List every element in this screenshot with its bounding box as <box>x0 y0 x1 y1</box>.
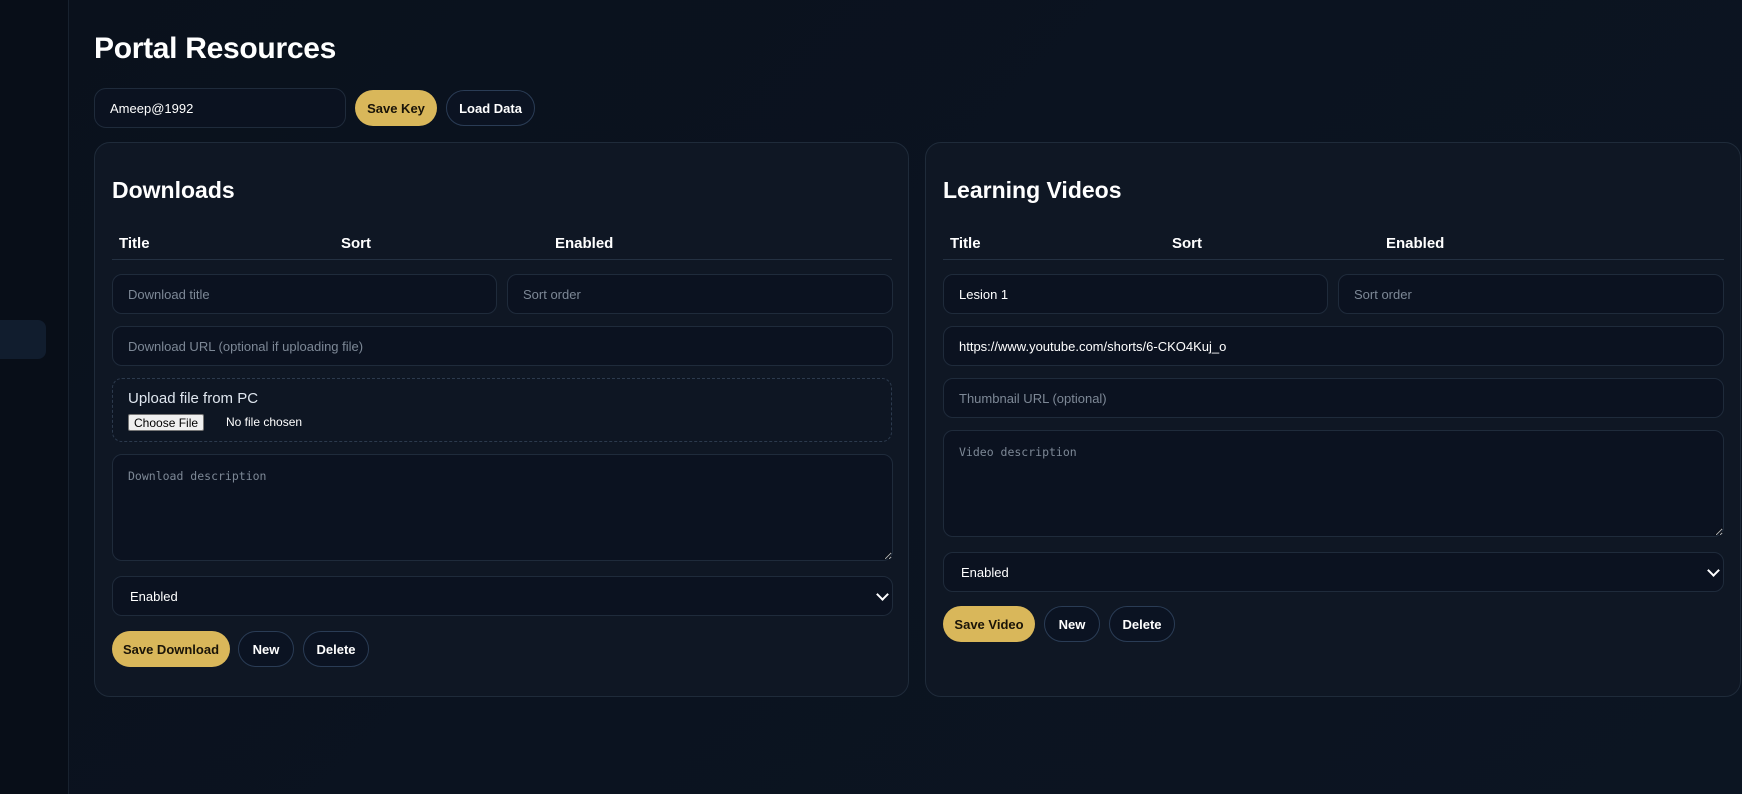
downloads-header-divider <box>112 259 892 260</box>
new-download-button[interactable]: New <box>238 631 294 667</box>
api-key-input[interactable] <box>94 88 346 128</box>
video-enabled-select[interactable]: Enabled <box>943 552 1724 592</box>
thumbnail-url-input[interactable] <box>943 378 1724 418</box>
video-description-textarea[interactable] <box>943 430 1724 537</box>
download-sort-input[interactable] <box>507 274 893 314</box>
video-sort-input[interactable] <box>1338 274 1724 314</box>
load-data-button[interactable]: Load Data <box>446 90 535 126</box>
save-download-button[interactable]: Save Download <box>112 631 230 667</box>
video-title-input[interactable] <box>943 274 1328 314</box>
file-status-text: No file chosen <box>226 415 303 429</box>
choose-file-button[interactable]: Choose File <box>128 414 205 431</box>
videos-col-title: Title <box>950 235 981 252</box>
upload-file-label: Upload file from PC <box>128 390 259 407</box>
sidebar <box>0 0 69 794</box>
downloads-col-sort: Sort <box>341 235 371 252</box>
sidebar-item-active[interactable] <box>0 320 46 359</box>
delete-video-button[interactable]: Delete <box>1109 606 1175 642</box>
videos-col-enabled: Enabled <box>1386 235 1445 252</box>
download-enabled-select[interactable]: Enabled <box>112 576 893 616</box>
download-title-input[interactable] <box>112 274 497 314</box>
upload-file-box: Upload file from PC Choose File No file … <box>112 378 892 442</box>
downloads-title: Downloads <box>112 177 235 203</box>
downloads-panel: Downloads Title Sort Enabled Upload file… <box>94 142 909 697</box>
videos-title: Learning Videos <box>943 177 1122 203</box>
video-url-input[interactable] <box>943 326 1724 366</box>
videos-panel: Learning Videos Title Sort Enabled Enabl… <box>925 142 1741 697</box>
downloads-col-enabled: Enabled <box>555 235 614 252</box>
delete-download-button[interactable]: Delete <box>303 631 369 667</box>
videos-col-sort: Sort <box>1172 235 1202 252</box>
save-video-button[interactable]: Save Video <box>943 606 1035 642</box>
download-url-input[interactable] <box>112 326 893 366</box>
downloads-col-title: Title <box>119 235 150 252</box>
save-key-button[interactable]: Save Key <box>355 90 437 126</box>
new-video-button[interactable]: New <box>1044 606 1100 642</box>
page-title: Portal Resources <box>94 32 336 65</box>
videos-header-divider <box>943 259 1724 260</box>
download-description-textarea[interactable] <box>112 454 893 561</box>
